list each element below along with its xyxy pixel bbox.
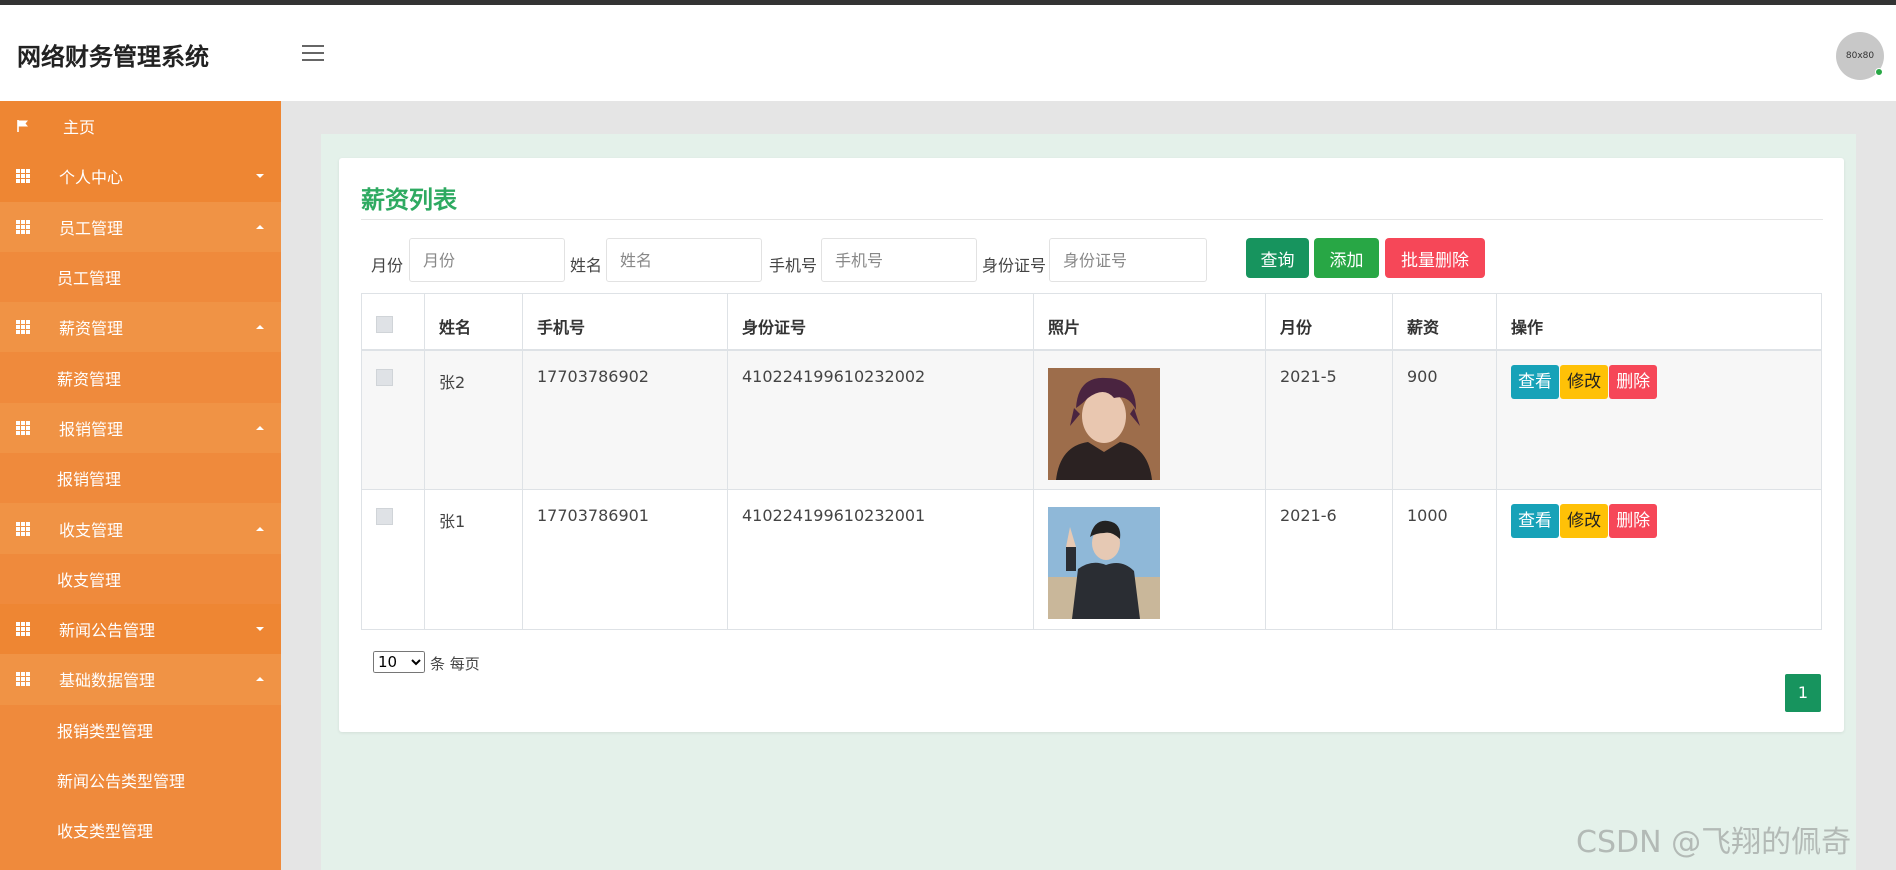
phone-label: 手机号 [769, 256, 818, 275]
month-input[interactable] [409, 238, 565, 282]
per-page-label: 条 每页 [430, 655, 480, 673]
chevron-up-icon [256, 325, 264, 330]
delete-button[interactable]: 删除 [1609, 364, 1658, 399]
column-header: 姓名 [424, 293, 523, 351]
row-checkbox[interactable] [376, 508, 393, 525]
cell-phone: 17703786901 [522, 489, 728, 630]
cell-month: 2021-6 [1265, 489, 1393, 630]
edit-button[interactable]: 修改 [1560, 504, 1609, 538]
cell-salary: 1000 [1392, 489, 1497, 630]
sidebar-item-news[interactable]: 新闻公告管理 [0, 603, 281, 655]
cell-month: 2021-5 [1265, 349, 1393, 490]
edit-button[interactable]: 修改 [1560, 364, 1609, 399]
select-all-checkbox[interactable] [376, 316, 393, 333]
cell-salary: 900 [1392, 349, 1497, 490]
sidebar-subitem-reimbursement-type[interactable]: 报销类型管理 [0, 704, 281, 755]
sidebar-item-label: 新闻公告管理 [59, 621, 156, 641]
app-header: 网络财务管理系统 80x80 [0, 5, 1896, 101]
view-button[interactable]: 查看 [1511, 504, 1559, 538]
chevron-down-icon [256, 174, 264, 179]
sidebar-subitem-salary[interactable]: 薪资管理 [0, 352, 281, 403]
page-title: 薪资列表 [361, 186, 457, 214]
search-bar: 月份 姓名 手机号 身份证号 查询 添加 批量删除 [361, 238, 1823, 282]
name-label: 姓名 [570, 256, 603, 275]
month-label: 月份 [371, 256, 404, 275]
watermark: CSDN @飞翔的佩奇 [1576, 825, 1852, 860]
menu-toggle-icon[interactable] [302, 45, 324, 63]
sidebar-item-label: 基础数据管理 [59, 671, 156, 691]
batch-delete-button[interactable]: 批量删除 [1385, 238, 1485, 278]
column-header: 身份证号 [727, 293, 1034, 351]
grid-icon [16, 320, 30, 335]
idcard-label: 身份证号 [982, 256, 1047, 275]
grid-icon [16, 521, 30, 536]
sidebar-item-label: 报销管理 [59, 419, 124, 439]
page-size-select[interactable]: 10 [373, 651, 425, 673]
chevron-up-icon [256, 425, 264, 430]
column-header: 手机号 [522, 293, 728, 351]
chevron-down-icon [256, 627, 264, 632]
salary-list-card: 薪资列表 月份 姓名 手机号 身份证号 查询 添加 批量删除 姓名 手机号 身份… [339, 158, 1844, 732]
sidebar-item-employee[interactable]: 员工管理 [0, 201, 281, 252]
chevron-up-icon [256, 224, 264, 229]
table-row: 张2 17703786902 410224199610232002 2021-5… [361, 349, 1822, 490]
sidebar: 主页 个人中心 员工管理 员工管理 薪资管理 薪资管理 报销管理 报销管理 收支… [0, 101, 281, 870]
sidebar-subitem-income-expense[interactable]: 收支管理 [0, 553, 281, 604]
phone-input[interactable] [821, 238, 977, 282]
cell-phone: 17703786902 [522, 349, 728, 490]
delete-button[interactable]: 删除 [1609, 504, 1658, 538]
sidebar-item-label: 个人中心 [59, 168, 124, 188]
flag-icon [17, 120, 28, 133]
row-checkbox[interactable] [376, 368, 393, 386]
sidebar-item-reimbursement[interactable]: 报销管理 [0, 402, 281, 454]
sidebar-item-base-data[interactable]: 基础数据管理 [0, 654, 281, 705]
sidebar-subitem-income-expense-type[interactable]: 收支类型管理 [0, 805, 281, 856]
column-header: 操作 [1496, 293, 1822, 351]
grid-icon [16, 169, 30, 184]
sidebar-item-label: 主页 [63, 118, 96, 138]
chevron-up-icon [256, 526, 264, 531]
sidebar-subitem-reimbursement[interactable]: 报销管理 [0, 453, 281, 504]
name-input[interactable] [606, 238, 762, 282]
column-header: 薪资 [1392, 293, 1497, 351]
grid-icon [16, 622, 30, 637]
grid-icon [16, 219, 30, 234]
sidebar-subitem-employee[interactable]: 员工管理 [0, 251, 281, 303]
view-button[interactable]: 查看 [1511, 364, 1559, 399]
column-header: 照片 [1033, 293, 1266, 351]
table-header-row: 姓名 手机号 身份证号 照片 月份 薪资 操作 [361, 293, 1822, 351]
sidebar-item-label: 收支管理 [59, 520, 124, 540]
cell-idcard: 410224199610232002 [727, 349, 1034, 490]
employee-photo [1048, 367, 1160, 480]
column-header: 月份 [1265, 293, 1393, 351]
grid-icon [16, 420, 30, 435]
query-button[interactable]: 查询 [1246, 238, 1309, 278]
table-row: 张1 17703786901 410224199610232001 2021-6 [361, 489, 1822, 630]
sidebar-item-salary[interactable]: 薪资管理 [0, 302, 281, 353]
online-status-dot [1875, 68, 1883, 76]
sidebar-item-label: 员工管理 [59, 218, 124, 238]
divider [361, 219, 1823, 220]
sidebar-item-income-expense[interactable]: 收支管理 [0, 503, 281, 554]
sidebar-item-personal-center[interactable]: 个人中心 [0, 151, 281, 202]
cell-idcard: 410224199610232001 [727, 489, 1034, 630]
add-button[interactable]: 添加 [1314, 238, 1379, 278]
page-button-current[interactable]: 1 [1785, 674, 1821, 712]
employee-photo [1048, 507, 1160, 619]
chevron-up-icon [256, 677, 264, 682]
sidebar-subitem-news-type[interactable]: 新闻公告类型管理 [0, 754, 281, 806]
cell-name: 张2 [424, 349, 523, 490]
sidebar-item-home[interactable]: 主页 [0, 101, 281, 152]
app-title: 网络财务管理系统 [17, 43, 209, 71]
idcard-input[interactable] [1049, 238, 1207, 282]
grid-icon [16, 672, 30, 687]
cell-name: 张1 [424, 489, 523, 630]
salary-table: 姓名 手机号 身份证号 照片 月份 薪资 操作 张2 17703786902 4… [361, 293, 1822, 630]
sidebar-item-label: 薪资管理 [59, 319, 124, 339]
